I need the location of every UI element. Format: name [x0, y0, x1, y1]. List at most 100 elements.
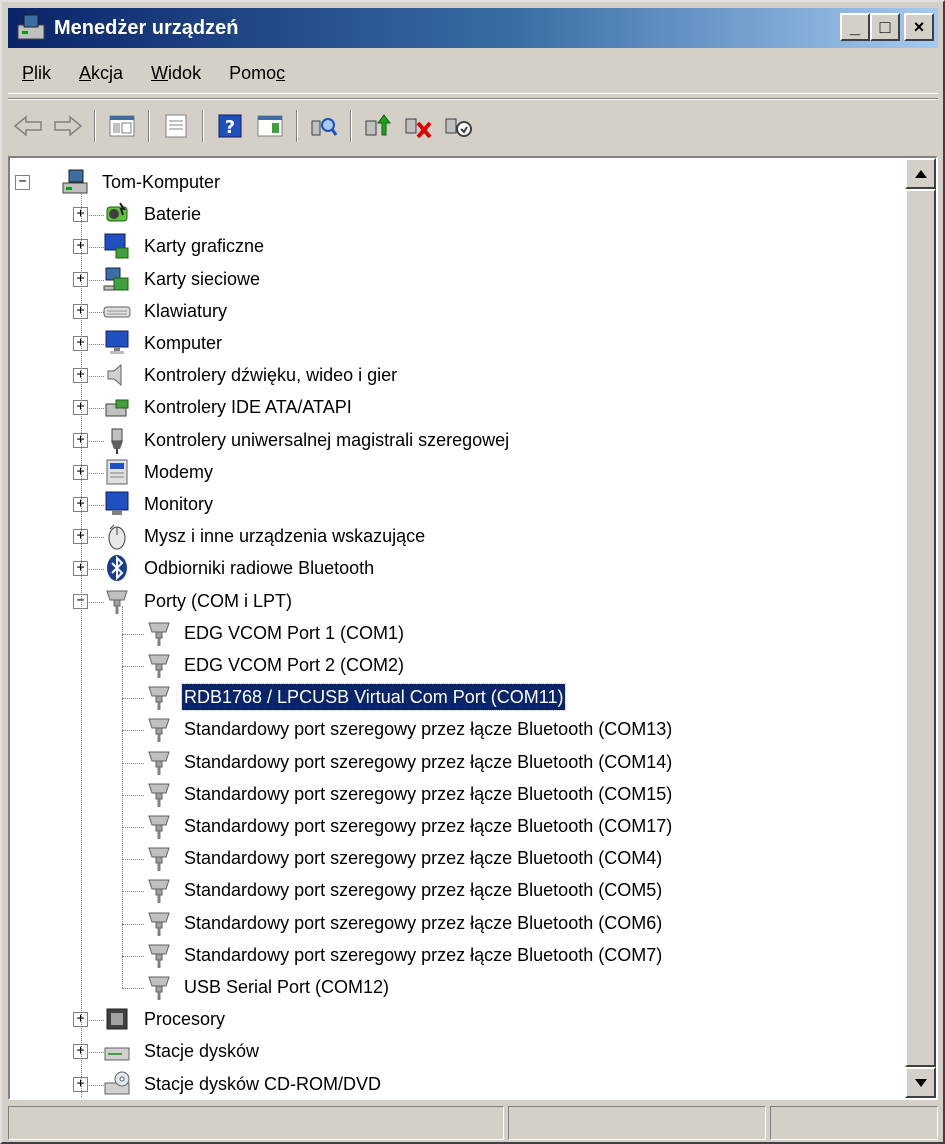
toolbar-separator [202, 110, 204, 142]
window-controls: _ □ × [840, 13, 934, 41]
mouse-icon [108, 524, 126, 550]
tree-node-category[interactable]: Modemy [142, 459, 215, 485]
tree-node-category[interactable]: Mysz i inne urządzenia wskazujące [142, 523, 427, 549]
tree-node-root[interactable]: Tom-Komputer [100, 169, 222, 195]
tree-node-port[interactable]: USB Serial Port (COM12) [182, 974, 391, 1000]
minimize-button[interactable]: _ [840, 13, 870, 41]
menu-bar: Plik Akcja Widok Pomoc [8, 54, 938, 94]
close-button[interactable]: × [904, 13, 934, 41]
tree-connector [122, 827, 144, 828]
tree-connector [122, 605, 123, 988]
ide-controller-icon [105, 399, 129, 417]
arrow-right-icon [54, 115, 83, 137]
tree-node-category[interactable]: Kontrolery uniwersalnej magistrali szere… [142, 427, 511, 453]
svg-text:?: ? [225, 117, 235, 138]
uninstall-button[interactable] [401, 109, 435, 143]
tree-node-category[interactable]: Kontrolery IDE ATA/ATAPI [142, 394, 354, 420]
minimize-glyph: _ [849, 17, 860, 37]
vertical-scrollbar[interactable] [905, 158, 936, 1098]
tree-node-category[interactable]: Monitory [142, 491, 215, 517]
menu-label-part: kcja [91, 63, 124, 83]
toolbar: ? [8, 104, 938, 148]
action-pane-icon [257, 115, 283, 137]
status-pane-right [770, 1106, 938, 1140]
tree-node-port[interactable]: Standardowy port szeregowy przez łącze B… [182, 716, 674, 742]
toolbar-separator [94, 110, 96, 142]
scroll-down-button[interactable] [905, 1067, 936, 1098]
tree-node-category[interactable]: Klawiatury [142, 298, 229, 324]
tree-node-port[interactable]: Standardowy port szeregowy przez łącze B… [182, 845, 664, 871]
tree-node-category[interactable]: Odbiorniki radiowe Bluetooth [142, 555, 376, 581]
disable-button[interactable] [441, 109, 475, 143]
tree-node-category[interactable]: Komputer [142, 330, 224, 356]
tree-expander-root[interactable]: − [15, 175, 30, 190]
tree-node-port[interactable]: Standardowy port szeregowy przez łącze B… [182, 749, 674, 775]
menu-pomoc[interactable]: Pomoc [215, 63, 299, 84]
port-icon [148, 879, 170, 904]
forward-button[interactable] [51, 109, 85, 143]
help-button[interactable]: ? [213, 109, 247, 143]
show-hide-console-tree-button[interactable] [105, 109, 139, 143]
scroll-up-arrow-icon [914, 169, 927, 178]
scroll-thumb[interactable] [905, 189, 936, 1067]
tree-connector [122, 923, 144, 925]
update-driver-button[interactable] [361, 109, 395, 143]
toolbar-separator [350, 110, 352, 142]
tree-node-category[interactable]: Porty (COM i LPT) [142, 588, 294, 614]
scan-hardware-button[interactable] [307, 109, 341, 143]
port-icon [148, 912, 170, 936]
maximize-glyph: □ [879, 17, 891, 37]
port-icon [148, 622, 170, 646]
tree-node-port[interactable]: RDB1768 / LPCUSB Virtual Com Port (COM11… [180, 683, 567, 712]
menu-label-part: W [151, 63, 169, 83]
tree-connector [122, 633, 144, 635]
device-manager-window: Menedżer urządzeń _ □ × Plik Akcja Widok Po… [0, 0, 945, 1144]
scroll-up-button[interactable] [905, 158, 936, 189]
menu-plik[interactable]: Plik [8, 63, 65, 84]
menu-akcja[interactable]: Akcja [65, 63, 137, 84]
status-pane-main [8, 1106, 504, 1140]
tree-node-port[interactable]: EDG VCOM Port 2 (COM2) [182, 652, 406, 678]
display-adapter-icon [104, 233, 129, 259]
menu-widok[interactable]: Widok [137, 63, 215, 84]
tree-node-category[interactable]: Kontrolery dźwięku, wideo i gier [142, 362, 399, 388]
usb-plug-icon [111, 428, 123, 454]
scroll-down-arrow-icon [914, 1078, 927, 1087]
modem-icon [106, 459, 128, 485]
tree-node-port[interactable]: Standardowy port szeregowy przez łącze B… [182, 781, 674, 807]
port-icon [148, 783, 170, 807]
menu-label-part: c [276, 63, 286, 83]
device-tree-panel: − Tom-Komputer + Baterie + Karty graficzne + Ka… [8, 156, 938, 1100]
tree-node-port[interactable]: Standardowy port szeregowy przez łącze B… [182, 877, 664, 903]
console-tree-icon [109, 115, 135, 137]
title-bar[interactable]: Menedżer urządzeń _ □ × [8, 8, 938, 48]
maximize-button[interactable]: □ [870, 13, 900, 41]
tree-connector [122, 859, 144, 861]
port-icon [148, 976, 170, 1000]
tree-node-port[interactable]: Standardowy port szeregowy przez łącze B… [182, 942, 664, 968]
back-button[interactable] [11, 109, 45, 143]
device-tree[interactable]: − Tom-Komputer + Baterie + Karty graficzne + Ka… [10, 158, 905, 1098]
port-icon [148, 751, 170, 775]
speaker-icon [107, 364, 122, 387]
action-pane-button[interactable] [253, 109, 287, 143]
tree-connector [122, 988, 144, 989]
tree-node-category[interactable]: Baterie [142, 201, 203, 227]
tree-node-category[interactable]: Procesory [142, 1006, 227, 1032]
tree-connector [122, 955, 144, 957]
floppy-drive-icon [104, 1047, 130, 1061]
menu-label-part: A [79, 63, 92, 83]
tree-node-port[interactable]: EDG VCOM Port 1 (COM1) [182, 620, 406, 646]
port-icon [148, 815, 170, 839]
tree-node-port[interactable]: Standardowy port szeregowy przez łącze B… [182, 813, 674, 839]
status-pane-middle [508, 1106, 766, 1140]
tree-node-category[interactable]: Karty graficzne [142, 233, 266, 259]
tree-node-category[interactable]: Stacje dysków CD-ROM/DVD [142, 1071, 383, 1097]
tree-node-port[interactable]: Standardowy port szeregowy przez łącze B… [182, 910, 664, 936]
tree-node-category[interactable]: Karty sieciowe [142, 266, 262, 292]
tree-node-category[interactable]: Stacje dysków [142, 1038, 261, 1064]
help-icon: ? [218, 114, 242, 138]
processor-icon [106, 1008, 128, 1030]
tree-connector [81, 193, 82, 1098]
properties-button[interactable] [159, 109, 193, 143]
